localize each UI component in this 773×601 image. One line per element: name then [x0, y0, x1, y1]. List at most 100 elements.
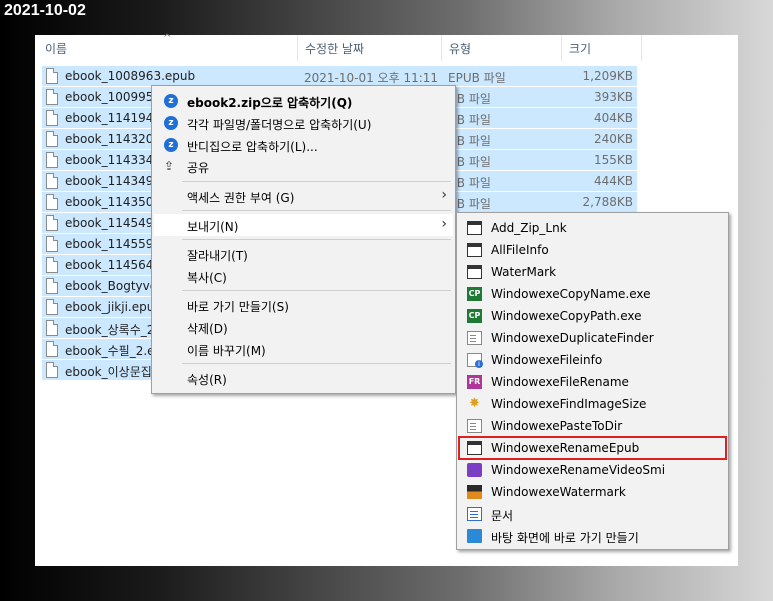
- file-type: EPUB 파일: [448, 71, 506, 85]
- file-name: ebook_1009953: [65, 90, 162, 104]
- file-icon: [46, 68, 58, 84]
- file-icon: [46, 341, 58, 357]
- desktop-icon: [467, 529, 482, 543]
- file-name: ebook_1143209: [65, 132, 162, 146]
- submenu-item[interactable]: 문서: [459, 503, 726, 525]
- file-row[interactable]: ebook_1008963.epub 2021-10-01 오후 11:11 EPU…: [42, 66, 637, 86]
- menu-item-create-shortcut[interactable]: 바로 가기 만들기(S): [154, 294, 453, 316]
- window-icon: [467, 441, 482, 455]
- chevron-right-icon: ›: [441, 187, 447, 203]
- menu-item-delete[interactable]: 삭제(D): [154, 316, 453, 338]
- submenu-item[interactable]: CP WindowexeCopyPath.exe: [459, 305, 726, 327]
- file-size: 444KB: [593, 174, 633, 188]
- document-icon: [467, 331, 482, 345]
- column-header-row: ^ 이름 수정한 날짜 유형 크기: [35, 33, 738, 61]
- menu-separator: [182, 181, 451, 182]
- menu-separator: [182, 239, 451, 240]
- document-icon: [467, 419, 482, 433]
- submenu-item[interactable]: 바탕 화면에 바로 가기 만들기: [459, 525, 726, 547]
- submenu-item[interactable]: CP WindowexeCopyName.exe: [459, 283, 726, 305]
- submenu-item[interactable]: ✸ WindowexeFindImageSize: [459, 393, 726, 415]
- column-divider[interactable]: [561, 35, 562, 61]
- file-icon: [46, 362, 58, 378]
- file-name: ebook_1145640: [65, 258, 162, 272]
- file-name: ebook_1145593: [65, 237, 162, 251]
- file-icon: [46, 215, 58, 231]
- menu-item-bandizip[interactable]: z 반디집으로 압축하기(L)...: [154, 134, 453, 156]
- window-icon: [467, 243, 482, 257]
- fr-icon: FR: [467, 375, 482, 389]
- info-icon: [467, 353, 483, 368]
- submenu-item[interactable]: FR WindowexeFileRename: [459, 371, 726, 393]
- window-icon: [467, 265, 482, 279]
- file-size: 1,209KB: [582, 69, 633, 83]
- file-date: 2021-10-01 오후 11:11: [304, 71, 439, 85]
- file-icon: [46, 278, 58, 294]
- file-name: ebook_1145496: [65, 216, 162, 230]
- menu-item-send-to[interactable]: 보내기(N) ›: [154, 214, 453, 236]
- menu-separator: [182, 210, 451, 211]
- chevron-right-icon: ›: [441, 216, 447, 232]
- menu-item-cut[interactable]: 잘라내기(T): [154, 243, 453, 265]
- share-icon: ⇪: [164, 159, 175, 173]
- menu-item-copy[interactable]: 복사(C): [154, 265, 453, 287]
- column-name-header[interactable]: 이름: [45, 40, 67, 57]
- file-name: ebook_상록수_2: [65, 323, 155, 337]
- context-menu: z ebook2.zip으로 압축하기(Q) z 각각 파일명/폴더명으로 압축하기…: [151, 85, 456, 394]
- column-date-header[interactable]: 수정한 날짜: [305, 40, 364, 57]
- bandizip-icon: z: [164, 94, 178, 108]
- menu-item-properties[interactable]: 속성(R): [154, 367, 453, 389]
- file-name: ebook_1143344: [65, 153, 162, 167]
- submenu-item[interactable]: WindowexePasteToDir: [459, 415, 726, 437]
- submenu-item[interactable]: WindowexeRenameVideoSmi: [459, 459, 726, 481]
- file-size: 155KB: [593, 153, 633, 167]
- submenu-item[interactable]: AllFileInfo: [459, 239, 726, 261]
- file-icon: [46, 173, 58, 189]
- file-icon: [46, 236, 58, 252]
- bandizip-icon: z: [164, 116, 178, 130]
- file-icon: [46, 320, 58, 336]
- watermark-icon: [467, 485, 482, 499]
- submenu-item[interactable]: WindowexeDuplicateFinder: [459, 327, 726, 349]
- file-icon: [46, 194, 58, 210]
- file-size: 240KB: [593, 132, 633, 146]
- submenu-item-highlighted[interactable]: WindowexeRenameEpub: [458, 436, 727, 460]
- pinwheel-icon: ✸: [469, 396, 480, 411]
- cp-icon: CP: [467, 287, 482, 301]
- cp-icon: CP: [467, 309, 482, 323]
- file-icon: [46, 152, 58, 168]
- submenu-item[interactable]: WindowexeFileinfo: [459, 349, 726, 371]
- submenu-item[interactable]: Add_Zip_Lnk: [459, 217, 726, 239]
- file-name: ebook_1008963.epub: [65, 69, 196, 83]
- file-name: ebook_1143509: [65, 195, 162, 209]
- column-size-header[interactable]: 크기: [569, 40, 591, 57]
- file-name: ebook_1141942: [65, 111, 162, 125]
- file-name: ebook_jikji.epub: [65, 300, 162, 314]
- text-document-icon: [467, 507, 482, 521]
- sort-ascending-icon: ^: [163, 33, 172, 44]
- file-name: ebook_이상문집: [65, 365, 152, 379]
- submenu-item[interactable]: WaterMark: [459, 261, 726, 283]
- file-name: ebook_1143493: [65, 174, 162, 188]
- file-size: 404KB: [593, 111, 633, 125]
- column-divider[interactable]: [641, 35, 642, 61]
- menu-item-give-access[interactable]: 액세스 권한 부여 (G) ›: [154, 185, 453, 207]
- send-to-submenu: Add_Zip_Lnk AllFileInfo WaterMark CP Wind…: [456, 212, 729, 550]
- file-icon: [46, 110, 58, 126]
- menu-item-zip-here[interactable]: z ebook2.zip으로 압축하기(Q): [154, 90, 453, 112]
- submenu-item[interactable]: WindowexeWatermark: [459, 481, 726, 503]
- menu-item-zip-each[interactable]: z 각각 파일명/폴더명으로 압축하기(U): [154, 112, 453, 134]
- menu-separator: [182, 363, 451, 364]
- menu-item-rename[interactable]: 이름 바꾸기(M): [154, 338, 453, 360]
- file-icon: [46, 89, 58, 105]
- window-icon: [467, 221, 482, 235]
- date-label: 2021-10-02: [4, 2, 86, 19]
- file-icon: [46, 299, 58, 315]
- column-divider[interactable]: [441, 35, 442, 61]
- menu-separator: [182, 290, 451, 291]
- file-name: ebook_수필_2.ep: [65, 344, 163, 358]
- column-type-header[interactable]: 유형: [449, 40, 471, 57]
- column-divider[interactable]: [297, 35, 298, 61]
- menu-item-share[interactable]: ⇪ 공유: [154, 155, 453, 177]
- file-icon: [46, 131, 58, 147]
